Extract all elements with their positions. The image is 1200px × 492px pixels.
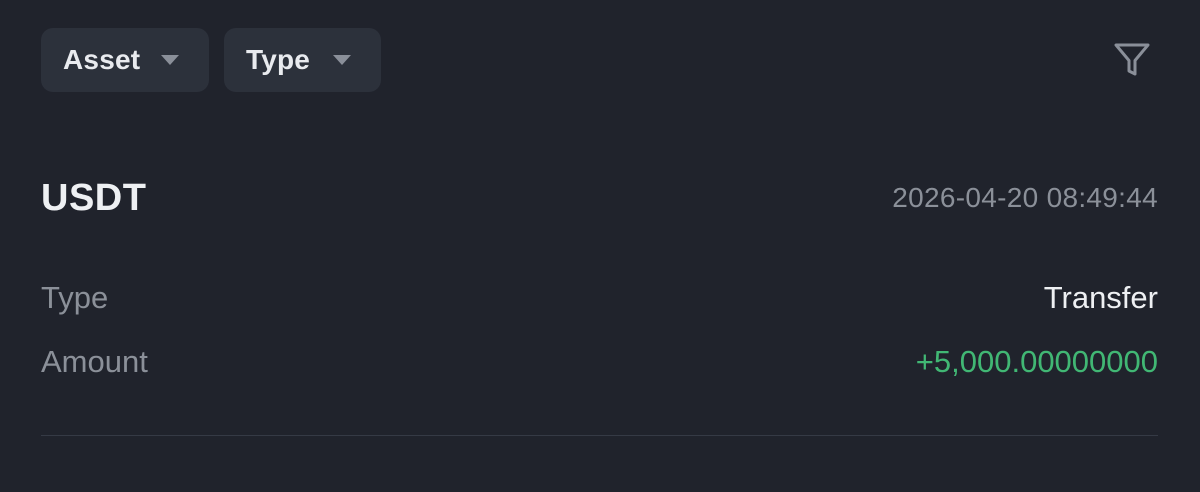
record-divider <box>41 435 1158 436</box>
type-filter-dropdown[interactable]: Type <box>224 28 381 92</box>
amount-row-value: +5,000.00000000 <box>915 344 1158 379</box>
caret-down-icon <box>161 55 179 65</box>
asset-filter-label: Asset <box>63 44 141 75</box>
type-row-value: Transfer <box>1043 280 1158 315</box>
record-timestamp: 2026-04-20 08:49:44 <box>892 182 1158 213</box>
amount-row: Amount +5,000.00000000 <box>41 330 1158 394</box>
type-filter-label: Type <box>246 44 311 75</box>
funnel-icon[interactable] <box>1112 40 1152 80</box>
asset-name: USDT <box>41 176 147 219</box>
caret-down-icon <box>333 55 351 65</box>
amount-row-label: Amount <box>41 344 148 379</box>
transaction-record[interactable]: USDT 2026-04-20 08:49:44 Type Transfer A… <box>41 170 1158 394</box>
type-row: Type Transfer <box>41 266 1158 330</box>
type-row-label: Type <box>41 280 109 315</box>
record-header: USDT 2026-04-20 08:49:44 <box>41 170 1158 226</box>
filter-bar: Asset Type <box>41 28 381 92</box>
asset-filter-dropdown[interactable]: Asset <box>41 28 209 92</box>
